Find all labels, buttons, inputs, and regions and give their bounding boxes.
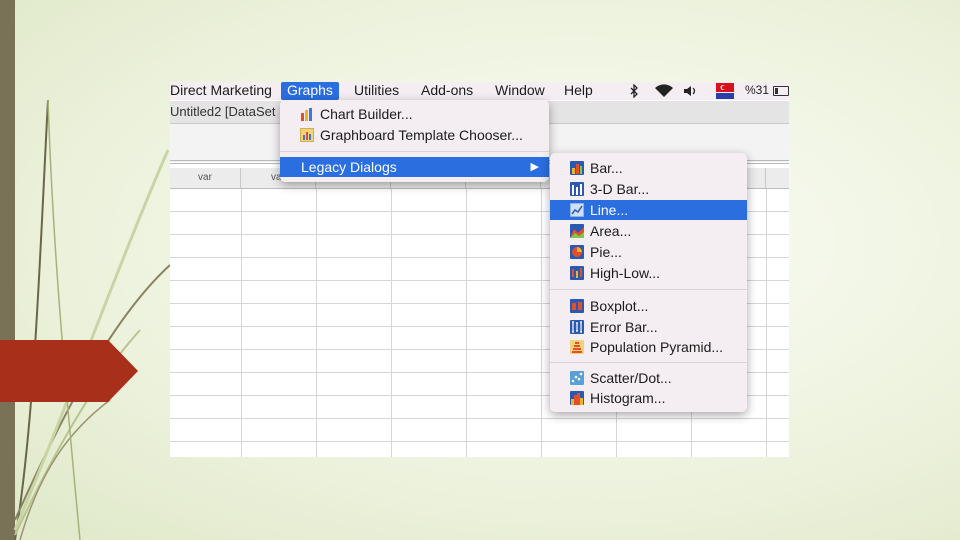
error-bar-icon bbox=[570, 320, 584, 334]
submenu-item-line[interactable]: Line... bbox=[550, 200, 747, 220]
boxplot-icon bbox=[570, 299, 584, 313]
submenu-item-boxplot[interactable]: Boxplot... bbox=[550, 296, 747, 316]
line-chart-icon bbox=[570, 203, 584, 217]
menu-window[interactable]: Window bbox=[489, 82, 551, 100]
population-pyramid-icon bbox=[570, 340, 584, 354]
menu-item-legacy-dialogs[interactable]: Legacy Dialogs ▶ bbox=[280, 157, 549, 177]
submenu-arrow-icon: ▶ bbox=[530, 161, 539, 173]
pie-chart-icon bbox=[570, 245, 584, 259]
bar-chart-icon bbox=[570, 161, 584, 175]
menu-bar: Direct Marketing Graphs Utilities Add-on… bbox=[170, 82, 789, 100]
flag-icon[interactable] bbox=[716, 83, 734, 99]
histogram-icon bbox=[570, 391, 584, 405]
battery-percent: %31 bbox=[745, 83, 770, 97]
submenu-item-bar[interactable]: Bar... bbox=[550, 158, 747, 178]
chart-builder-icon bbox=[301, 108, 312, 121]
high-low-icon bbox=[570, 266, 584, 280]
scatter-icon bbox=[570, 371, 584, 385]
submenu-item-error-bar[interactable]: Error Bar... bbox=[550, 317, 747, 337]
menu-item-graphboard[interactable]: Graphboard Template Chooser... bbox=[280, 125, 549, 145]
column-header[interactable]: var bbox=[170, 168, 241, 188]
3d-bar-icon bbox=[570, 182, 584, 196]
app-screenshot: Direct Marketing Graphs Utilities Add-on… bbox=[170, 82, 789, 457]
submenu-item-3d-bar[interactable]: 3-D Bar... bbox=[550, 179, 747, 199]
battery-icon[interactable] bbox=[773, 86, 789, 96]
submenu-item-histogram[interactable]: Histogram... bbox=[550, 388, 747, 408]
volume-icon[interactable] bbox=[683, 84, 699, 98]
window-title: Untitled2 [DataSet bbox=[170, 104, 276, 119]
menu-utilities[interactable]: Utilities bbox=[348, 82, 405, 100]
menu-help[interactable]: Help bbox=[558, 82, 599, 100]
menu-graphs[interactable]: Graphs bbox=[281, 82, 339, 100]
menu-item-chart-builder[interactable]: Chart Builder... bbox=[280, 104, 549, 124]
menu-direct-marketing[interactable]: Direct Marketing bbox=[170, 82, 278, 100]
submenu-item-pie[interactable]: Pie... bbox=[550, 242, 747, 262]
area-chart-icon bbox=[570, 224, 584, 238]
graphboard-icon bbox=[300, 128, 314, 142]
wifi-icon[interactable] bbox=[654, 84, 674, 98]
graphs-menu: Chart Builder... Graphboard Template Cho… bbox=[280, 100, 549, 182]
submenu-item-scatter-dot[interactable]: Scatter/Dot... bbox=[550, 368, 747, 388]
submenu-item-high-low[interactable]: High-Low... bbox=[550, 263, 747, 283]
bluetooth-icon[interactable] bbox=[629, 84, 639, 98]
menu-add-ons[interactable]: Add-ons bbox=[415, 82, 479, 100]
submenu-item-area[interactable]: Area... bbox=[550, 221, 747, 241]
submenu-item-population-pyramid[interactable]: Population Pyramid... bbox=[550, 337, 747, 357]
legacy-dialogs-submenu: Bar... 3-D Bar... Line... Area... Pie...… bbox=[550, 153, 747, 412]
